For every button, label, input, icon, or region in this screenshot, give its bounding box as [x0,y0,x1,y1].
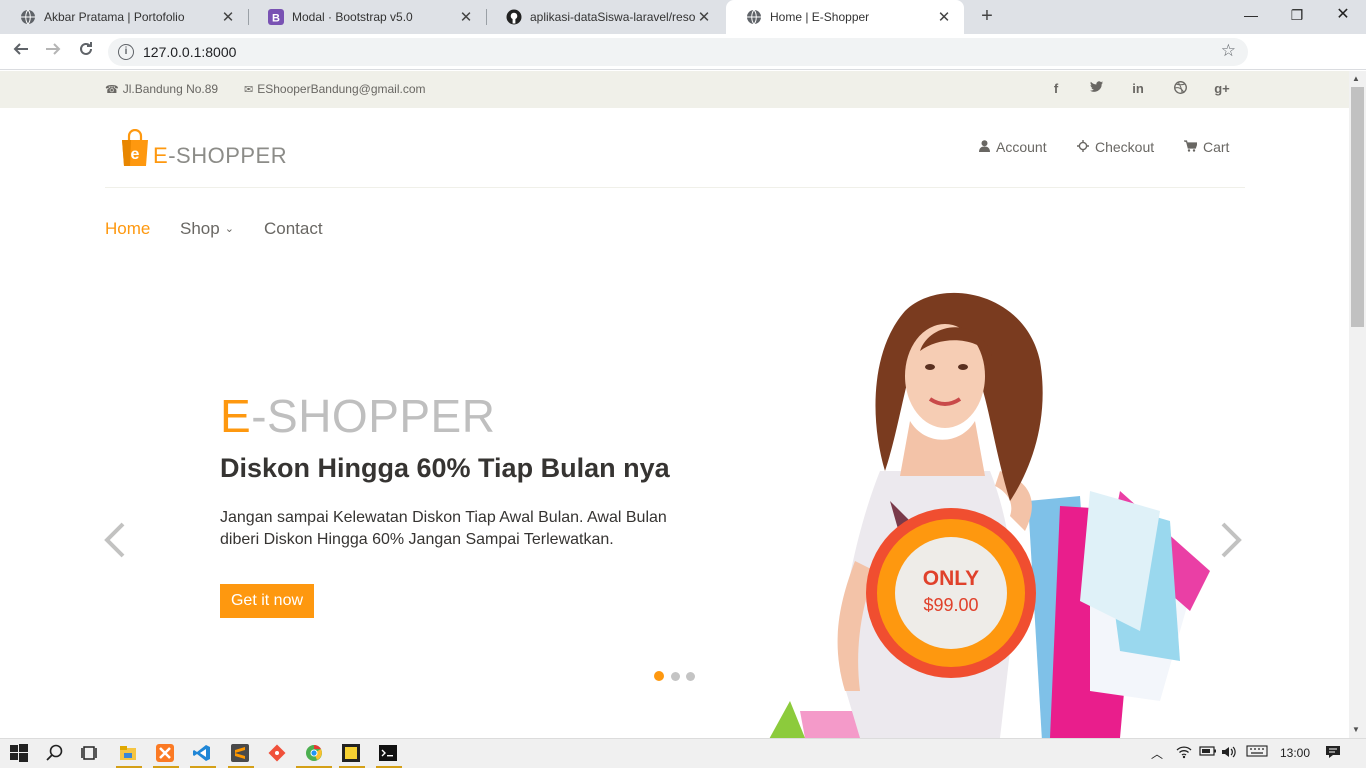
sticky-notes-icon[interactable] [342,744,360,762]
facebook-icon[interactable]: f [1046,81,1066,96]
linkedin-icon[interactable]: in [1128,81,1148,96]
slider-prev-arrow[interactable] [104,519,126,569]
git-icon[interactable] [268,744,286,762]
notification-center-icon[interactable] [1325,745,1341,762]
globe-icon [20,9,36,25]
site-logo[interactable]: E-SHOPPER [153,143,287,169]
dribbble-icon[interactable] [1170,81,1190,97]
carousel-indicator-1[interactable] [654,671,664,681]
address-bar[interactable]: i 127.0.0.1:8000 ☆ [108,38,1248,66]
tray-chevron-up-icon[interactable]: ︿ [1151,745,1163,762]
cart-icon [1184,139,1198,155]
header-divider [105,187,1245,188]
price-badge-only: ONLY [922,567,980,590]
terminal-icon[interactable] [379,744,397,762]
scrollbar-thumb[interactable] [1351,87,1364,327]
close-icon[interactable]: ✕ [220,8,236,26]
carousel-indicator-2[interactable] [671,672,680,681]
page-viewport: ☎ Jl.Bandung No.89 ✉ EShooperBandung@gma… [0,71,1349,738]
reload-icon [80,42,92,55]
slider-next-arrow[interactable] [1220,519,1242,569]
windows-taskbar: ︿ 13:00 [0,738,1366,768]
close-icon[interactable]: ✕ [936,8,952,26]
slider-title: Diskon Hingga 60% Tiap Bulan nya [220,453,670,483]
url-text[interactable]: 127.0.0.1:8000 [143,44,236,60]
browser-tab-github[interactable]: aplikasi-dataSiswa-laravel/resour ✕ [486,0,724,34]
minimize-button[interactable]: — [1228,0,1274,30]
vscode-icon[interactable] [193,744,211,762]
keyboard-icon[interactable] [1246,745,1268,760]
phone-icon: ☎ [105,83,119,96]
browser-toolbar: i 127.0.0.1:8000 ☆ G ⋮ [0,34,1366,95]
price-badge-value: $99.00 [923,595,979,615]
close-window-button[interactable]: ✕ [1320,0,1366,30]
clock[interactable]: 13:00 [1280,746,1310,760]
contact-email: ✉ EShooperBandung@gmail.com [244,82,426,96]
slider-description: Jangan sampai Kelewatan Diskon Tiap Awal… [220,509,667,548]
close-icon[interactable]: ✕ [458,8,474,26]
nav-shop[interactable]: Shop ⌄ [180,219,234,239]
page-scrollbar[interactable]: ▲ ▼ [1349,71,1366,738]
search-icon[interactable] [46,744,64,762]
windows-start-icon[interactable] [10,744,28,762]
globe-icon [746,9,762,25]
github-icon [506,9,522,25]
nav-home[interactable]: Home [105,219,150,239]
price-badge [866,508,1036,678]
envelope-icon: ✉ [244,83,254,96]
browser-tab-bar: Akbar Pratama | Portofolio ✕ B Modal · B… [0,0,1366,34]
svg-text:B: B [272,13,280,25]
star-icon[interactable]: ☆ [1221,41,1236,61]
contact-address: ☎ Jl.Bandung No.89 [105,82,219,96]
chevron-down-icon: ⌄ [224,223,234,235]
reload-button[interactable] [74,40,98,64]
chrome-icon[interactable] [305,744,323,762]
forward-button[interactable] [41,40,65,64]
sublime-text-icon[interactable] [231,744,249,762]
account-link[interactable]: Account [979,139,1047,155]
browser-tab-bootstrap[interactable]: B Modal · Bootstrap v5.0 ✕ [248,0,486,34]
arrow-left-icon [13,43,28,55]
restore-button[interactable]: ❐ [1274,0,1320,30]
wifi-icon[interactable] [1176,745,1192,762]
header-top-bar: ☎ Jl.Bandung No.89 ✉ EShooperBandung@gma… [0,71,1349,108]
task-view-icon[interactable] [81,744,99,762]
carousel-indicator-3[interactable] [686,672,695,681]
browser-tab-portofolio[interactable]: Akbar Pratama | Portofolio ✕ [0,0,248,34]
volume-icon[interactable] [1221,745,1237,762]
slider-brand: E-SHOPPER [220,390,496,442]
battery-icon[interactable] [1199,745,1217,760]
twitter-icon[interactable] [1086,81,1106,96]
browser-tab-eshopper[interactable]: Home | E-Shopper ✕ [726,0,964,34]
cart-link[interactable]: Cart [1184,139,1229,155]
shopping-bag-logo-icon[interactable]: e [119,128,151,167]
back-button[interactable] [9,40,33,64]
info-icon[interactable]: i [118,44,134,60]
crosshairs-icon [1077,139,1089,155]
get-it-now-button[interactable]: Get it now [220,584,314,618]
scroll-up-arrow-icon[interactable]: ▲ [1352,74,1360,83]
new-tab-button[interactable]: + [976,5,998,27]
xampp-icon[interactable] [156,744,174,762]
arrow-right-icon [46,43,61,55]
scroll-down-arrow-icon[interactable]: ▼ [1352,725,1360,734]
close-icon[interactable]: ✕ [696,8,712,26]
checkout-link[interactable]: Checkout [1077,139,1154,155]
user-icon [979,139,990,155]
google-plus-icon[interactable]: g+ [1212,81,1232,96]
nav-contact[interactable]: Contact [264,219,323,239]
svg-text:e: e [131,146,140,163]
bootstrap-icon: B [268,9,284,25]
file-explorer-icon[interactable] [119,744,137,762]
